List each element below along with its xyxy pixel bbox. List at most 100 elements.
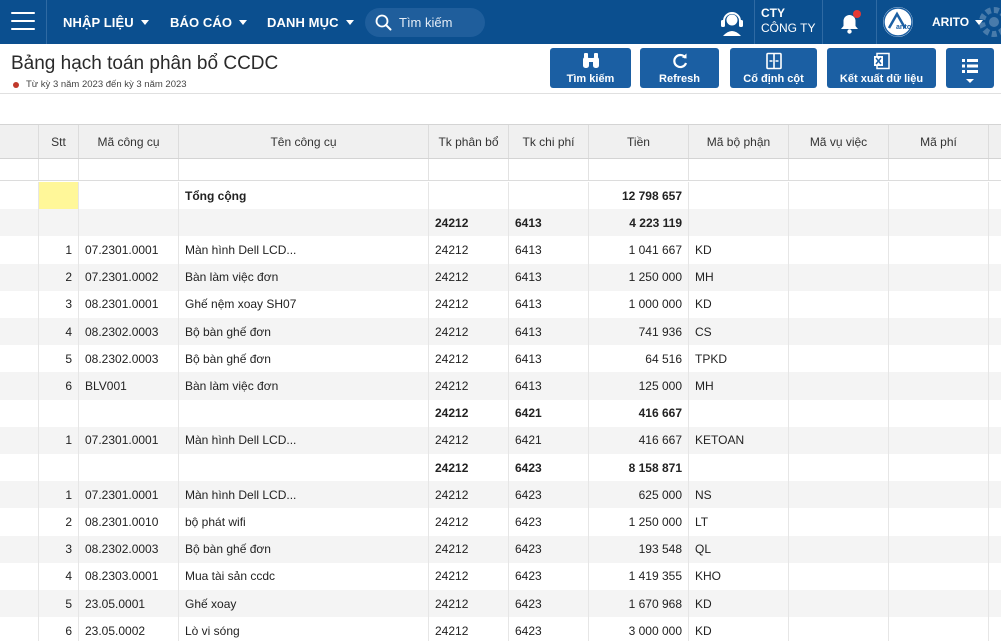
table-row[interactable]: 1 07.2301.0001 Màn hình Dell LCD... 24212 64… xyxy=(0,481,1001,509)
group-subtotal-row[interactable]: 24212 6423 8 158 871 xyxy=(0,454,1001,482)
row-selector[interactable] xyxy=(0,182,39,210)
row-selector[interactable] xyxy=(0,399,39,427)
table-row[interactable]: 1 07.2301.0001 Màn hình Dell LCD... 24212 64… xyxy=(0,236,1001,264)
filter-cell[interactable] xyxy=(79,159,179,180)
row-selector[interactable] xyxy=(0,372,39,400)
cell-tk-phan-bo xyxy=(429,182,509,210)
refresh-button[interactable]: Refresh xyxy=(640,48,719,88)
cell-ma-phi xyxy=(889,318,989,346)
column-header-ma-cong-cu[interactable]: Mã công cụ xyxy=(79,125,179,158)
table-row[interactable]: 5 23.05.0001 Ghế xoay 24212 6423 1 670 968 KD xyxy=(0,590,1001,618)
row-selector[interactable] xyxy=(0,426,39,454)
cell-tk-chi-phi: 6413 xyxy=(509,372,589,400)
filter-cell[interactable] xyxy=(689,159,789,180)
cell-ma-cong-cu: 08.2302.0003 xyxy=(79,345,179,373)
hamburger-icon[interactable] xyxy=(11,12,35,32)
filter-cell[interactable] xyxy=(429,159,509,180)
cell-ma-cong-cu: 07.2301.0001 xyxy=(79,236,179,264)
more-options-button[interactable] xyxy=(946,48,994,88)
column-header-ma-vu-viec[interactable]: Mã vụ việc xyxy=(789,125,889,158)
table-row[interactable]: 2 08.2301.0010 bộ phát wifi 24212 6423 1 250 … xyxy=(0,508,1001,536)
bell-icon[interactable] xyxy=(836,9,864,37)
row-selector[interactable] xyxy=(0,236,39,264)
table-row[interactable]: 4 08.2302.0003 Bộ bàn ghế đơn 24212 6413 741 … xyxy=(0,318,1001,346)
cell-ten-cong-cu: Bộ bàn ghế đơn xyxy=(179,535,429,563)
total-row[interactable]: Tổng cộng 12 798 657 xyxy=(0,182,1001,210)
cell-stt: 5 xyxy=(39,345,79,373)
table-row[interactable]: 3 08.2302.0003 Bộ bàn ghế đơn 24212 6423 193 … xyxy=(0,535,1001,563)
table-row[interactable]: 6 BLV001 Bàn làm việc đơn 24212 6413 125 000 M… xyxy=(0,372,1001,400)
search-button[interactable]: Tìm kiếm xyxy=(550,48,631,88)
nav-menu-danh-muc[interactable]: DANH MỤC xyxy=(267,0,354,44)
nav-divider xyxy=(876,0,877,44)
table-row[interactable]: 4 08.2303.0001 Mua tài sản ccdc 24212 6423 1 … xyxy=(0,562,1001,590)
cell-stt: 3 xyxy=(39,290,79,318)
pin-column-button[interactable]: Cố định cột xyxy=(730,48,817,88)
export-data-button[interactable]: Kết xuất dữ liệu xyxy=(827,48,936,88)
table-row[interactable]: 5 08.2302.0003 Bộ bàn ghế đơn 24212 6413 64 5… xyxy=(0,345,1001,373)
nav-menu-nhap-lieu[interactable]: NHẬP LIỆU xyxy=(63,0,149,44)
filter-cell[interactable] xyxy=(889,159,989,180)
table-row[interactable]: 1 07.2301.0001 Màn hình Dell LCD... 24212 64… xyxy=(0,426,1001,454)
group-subtotal-row[interactable]: 24212 6421 416 667 xyxy=(0,399,1001,427)
cell-tk-phan-bo: 24212 xyxy=(429,345,509,373)
row-selector[interactable] xyxy=(0,263,39,291)
filter-cell[interactable] xyxy=(179,159,429,180)
row-selector[interactable] xyxy=(0,562,39,590)
row-selector[interactable] xyxy=(0,290,39,318)
nav-menu-label: DANH MỤC xyxy=(267,14,339,30)
row-selector[interactable] xyxy=(0,535,39,563)
filter-cell[interactable] xyxy=(39,159,79,180)
cell-tk-phan-bo: 24212 xyxy=(429,590,509,618)
search-input[interactable] xyxy=(399,15,479,30)
table-row[interactable]: 2 07.2301.0002 Bàn làm việc đơn 24212 6413 1 … xyxy=(0,263,1001,291)
company-selector[interactable]: CTY CÔNG TY xyxy=(761,6,815,36)
filter-cell[interactable] xyxy=(589,159,689,180)
cell-ma-vu-viec xyxy=(789,345,889,373)
cell-ten-cong-cu: Màn hình Dell LCD... xyxy=(179,236,429,264)
column-header-ten-cong-cu[interactable]: Tên công cụ xyxy=(179,125,429,158)
cell-ma-bo-phan: TPKD xyxy=(689,345,789,373)
column-header-tk-chi-phi[interactable]: Tk chi phí xyxy=(509,125,589,158)
cell-ma-cong-cu: 08.2303.0001 xyxy=(79,562,179,590)
group-subtotal-row[interactable]: 24212 6413 4 223 119 xyxy=(0,209,1001,237)
cell-tk-phan-bo: 24212 xyxy=(429,318,509,346)
cell-ma-bo-phan: LT xyxy=(689,508,789,536)
cell-tk-phan-bo: 24212 xyxy=(429,481,509,509)
column-header-ma-phi[interactable]: Mã phí xyxy=(889,125,989,158)
cell-tien: 193 548 xyxy=(589,535,689,563)
row-selector[interactable] xyxy=(0,590,39,618)
column-header-stt[interactable]: Stt xyxy=(39,125,79,158)
cell-tk-phan-bo: 24212 xyxy=(429,508,509,536)
table-row[interactable]: 3 08.2301.0001 Ghế nệm xoay SH07 24212 6413 1… xyxy=(0,290,1001,318)
filter-cell[interactable] xyxy=(509,159,589,180)
cell-tk-chi-phi: 6413 xyxy=(509,236,589,264)
cell-ten-cong-cu: bộ phát wifi xyxy=(179,508,429,536)
cell-ma-bo-phan: KD xyxy=(689,590,789,618)
cell-ma-phi xyxy=(889,182,989,210)
row-selector[interactable] xyxy=(0,454,39,482)
column-header-ma-bo-phan[interactable]: Mã bộ phận xyxy=(689,125,789,158)
cell-ma-cong-cu: 08.2301.0010 xyxy=(79,508,179,536)
avatar[interactable]: arito xyxy=(883,7,913,37)
filter-cell[interactable] xyxy=(789,159,889,180)
nav-menu-bao-cao[interactable]: BÁO CÁO xyxy=(170,0,248,44)
cell-ma-cong-cu: 08.2302.0003 xyxy=(79,535,179,563)
headset-icon[interactable] xyxy=(716,7,748,37)
row-selector[interactable] xyxy=(0,345,39,373)
cell-ma-vu-viec xyxy=(789,508,889,536)
row-selector[interactable] xyxy=(0,508,39,536)
row-selector[interactable] xyxy=(0,209,39,237)
row-selector[interactable] xyxy=(0,481,39,509)
cell-tk-phan-bo: 24212 xyxy=(429,236,509,264)
cell-tien: 1 250 000 xyxy=(589,508,689,536)
column-header-tk-phan-bo[interactable]: Tk phân bổ xyxy=(429,125,509,158)
row-selector[interactable] xyxy=(0,318,39,346)
cell-tien: 125 000 xyxy=(589,372,689,400)
table-row[interactable]: 6 23.05.0002 Lò vi sóng 24212 6423 3 000 000 K… xyxy=(0,617,1001,641)
column-header-tien[interactable]: Tiền xyxy=(589,125,689,158)
row-selector[interactable] xyxy=(0,617,39,641)
cell-ma-vu-viec xyxy=(789,590,889,618)
cell-ma-cong-cu: 08.2301.0001 xyxy=(79,290,179,318)
global-search[interactable] xyxy=(365,8,485,37)
